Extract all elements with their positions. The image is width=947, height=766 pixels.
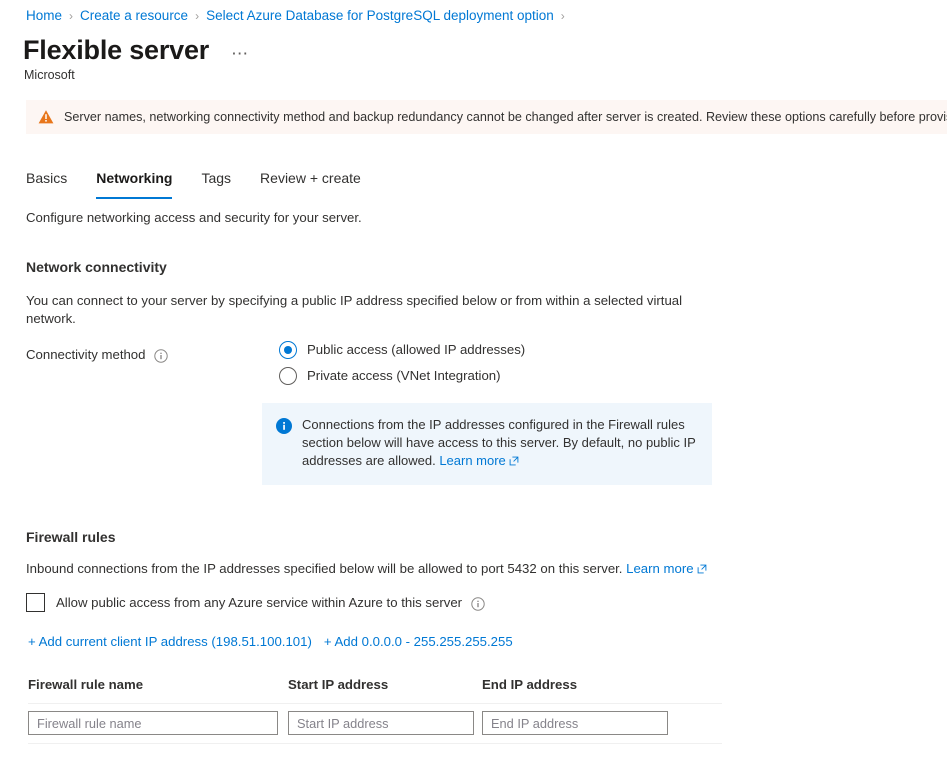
tab-tags[interactable]: Tags xyxy=(201,168,231,199)
connectivity-method-label-row: Connectivity method xyxy=(26,346,169,364)
end-ip-address-input[interactable] xyxy=(482,711,668,735)
warning-triangle-icon xyxy=(38,109,54,125)
warning-banner: Server names, networking connectivity me… xyxy=(26,100,947,134)
info-box-learn-more-link[interactable]: Learn more xyxy=(439,453,505,468)
column-header-rule-name: Firewall rule name xyxy=(28,677,144,692)
radio-option-public-access[interactable]: Public access (allowed IP addresses) xyxy=(279,341,525,359)
firewall-rules-table: Firewall rule name Start IP address End … xyxy=(28,676,722,744)
public-access-info-box: Connections from the IP addresses config… xyxy=(262,403,712,485)
more-options-icon[interactable]: ⋯ xyxy=(227,45,253,62)
connectivity-method-radio-group: Public access (allowed IP addresses) Pri… xyxy=(279,341,525,393)
breadcrumb-item-home[interactable]: Home xyxy=(26,7,62,25)
start-ip-address-input[interactable] xyxy=(288,711,474,735)
firewall-rule-name-input[interactable] xyxy=(28,711,278,735)
cell-rule-name xyxy=(28,711,288,735)
radio-label-public-access: Public access (allowed IP addresses) xyxy=(307,342,526,357)
breadcrumb-separator-icon: › xyxy=(560,9,565,23)
network-connectivity-description: You can connect to your server by specif… xyxy=(26,293,683,326)
allow-azure-services-row[interactable]: Allow public access from any Azure servi… xyxy=(26,593,485,612)
publisher-subtitle: Microsoft xyxy=(24,68,75,82)
info-filled-icon xyxy=(276,418,292,434)
radio-button-private-access[interactable] xyxy=(279,367,297,385)
radio-label-private-access: Private access (VNet Integration) xyxy=(307,368,501,383)
table-row xyxy=(28,704,722,744)
add-current-client-ip-link[interactable]: + Add current client IP address (198.51.… xyxy=(28,633,312,651)
column-header-start-ip: Start IP address xyxy=(288,677,389,692)
firewall-description-text: Inbound connections from the IP addresse… xyxy=(26,561,627,576)
radio-button-public-access[interactable] xyxy=(279,341,297,359)
info-box-text: Connections from the IP addresses config… xyxy=(302,416,698,470)
allow-azure-services-label: Allow public access from any Azure servi… xyxy=(56,594,463,610)
firewall-rules-heading: Firewall rules xyxy=(26,529,116,545)
allow-azure-services-checkbox[interactable] xyxy=(26,593,45,612)
cell-start-ip xyxy=(288,711,482,735)
title-row: Flexible server ⋯ xyxy=(23,33,253,67)
azure-create-flexible-server-page: Home › Create a resource › Select Azure … xyxy=(0,0,947,766)
page-title: Flexible server xyxy=(23,35,210,65)
tab-description: Configure networking access and security… xyxy=(26,210,362,225)
tab-basics[interactable]: Basics xyxy=(26,168,67,199)
firewall-rules-description: Inbound connections from the IP addresse… xyxy=(26,560,707,578)
column-header-end-ip: End IP address xyxy=(482,677,578,692)
tab-review-create[interactable]: Review + create xyxy=(260,168,361,199)
external-link-icon xyxy=(697,561,707,574)
breadcrumb-item-select-deployment-option[interactable]: Select Azure Database for PostgreSQL dep… xyxy=(206,7,554,25)
connectivity-method-label: Connectivity method xyxy=(26,347,146,362)
breadcrumb-item-create-a-resource[interactable]: Create a resource xyxy=(80,7,188,25)
firewall-table-header: Firewall rule name Start IP address End … xyxy=(28,676,722,704)
info-circle-icon[interactable] xyxy=(154,349,169,363)
cell-end-ip xyxy=(482,711,676,735)
add-all-ip-range-link[interactable]: + Add 0.0.0.0 - 255.255.255.255 xyxy=(324,633,513,651)
breadcrumb: Home › Create a resource › Select Azure … xyxy=(26,7,572,25)
breadcrumb-separator-icon: › xyxy=(69,9,74,23)
warning-banner-text: Server names, networking connectivity me… xyxy=(64,109,947,124)
info-circle-icon[interactable] xyxy=(471,596,485,611)
radio-option-private-access[interactable]: Private access (VNet Integration) xyxy=(279,367,525,385)
wizard-tabs: Basics Networking Tags Review + create xyxy=(26,168,390,199)
breadcrumb-separator-icon: › xyxy=(195,9,200,23)
network-connectivity-heading: Network connectivity xyxy=(26,259,167,275)
firewall-quick-add-links: + Add current client IP address (198.51.… xyxy=(28,633,513,651)
external-link-icon xyxy=(509,453,519,466)
tab-networking[interactable]: Networking xyxy=(96,168,173,199)
firewall-learn-more-link[interactable]: Learn more xyxy=(626,561,693,576)
